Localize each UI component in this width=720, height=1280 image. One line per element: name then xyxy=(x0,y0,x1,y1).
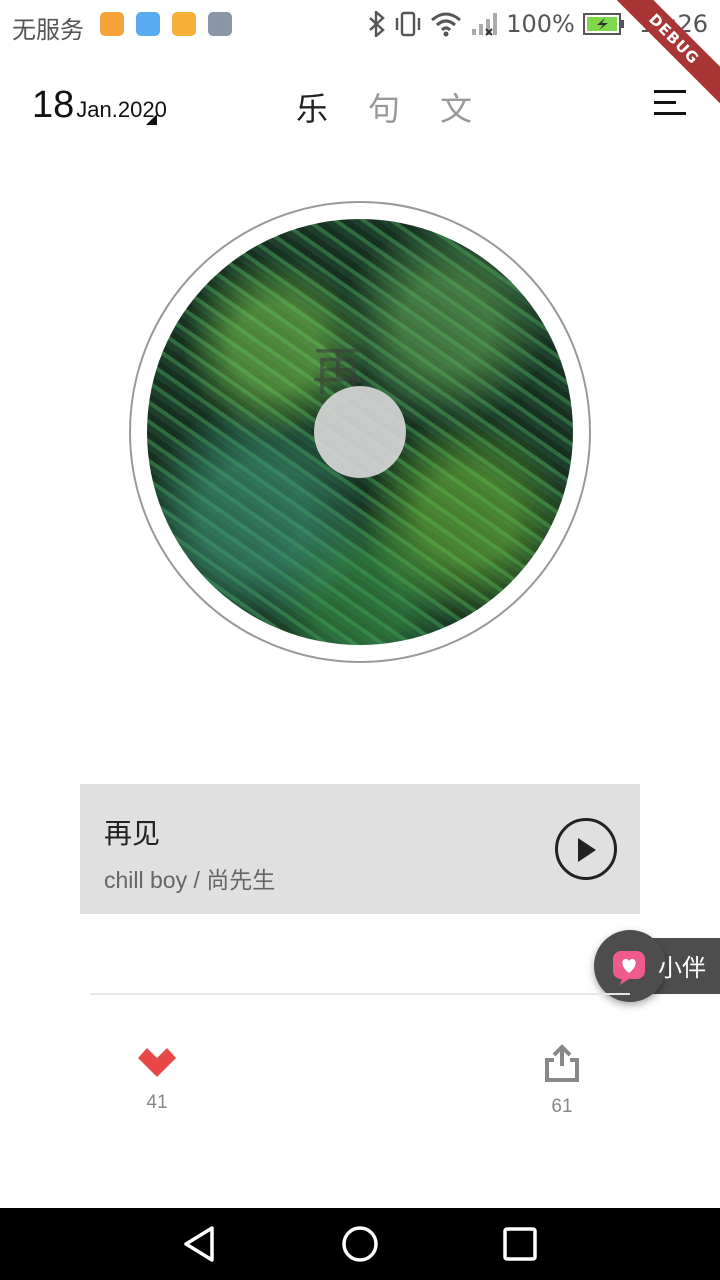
chat-heart-icon xyxy=(613,951,645,985)
status-bar: 无服务 100% 16:26 DEBUG xyxy=(0,0,720,112)
tab-music[interactable]: 乐 xyxy=(296,84,328,130)
companion-label: 小伴 xyxy=(658,954,706,982)
vibrate-icon xyxy=(394,11,422,37)
divider xyxy=(90,993,630,995)
usb-icon xyxy=(136,12,160,36)
system-nav-bar xyxy=(0,1208,720,1280)
song-card[interactable]: 再见 chill boy / 尚先生 xyxy=(80,784,640,914)
carrier-label: 无服务 xyxy=(12,16,84,44)
date-day: 18 xyxy=(32,84,75,126)
battery-percent: 100% xyxy=(506,10,575,38)
screen: 无服务 100% 16:26 DEBUG xyxy=(0,0,720,1280)
song-artist: chill boy / 尚先生 xyxy=(104,867,276,893)
uc-app-icon xyxy=(172,12,196,36)
uc-browser-icon xyxy=(100,12,124,36)
play-button[interactable] xyxy=(555,818,617,880)
song-title: 再见 xyxy=(104,817,161,850)
signal-icon xyxy=(470,11,498,37)
dropdown-caret-icon[interactable] xyxy=(146,114,157,125)
heart-icon xyxy=(138,1048,176,1077)
tab-sentence[interactable]: 句 xyxy=(368,84,400,130)
share-button[interactable]: 61 xyxy=(522,1044,602,1118)
record-center-hole xyxy=(314,386,406,478)
tab-article[interactable]: 文 xyxy=(440,84,472,130)
companion-floating-button[interactable]: 小伴 xyxy=(594,930,720,1002)
bluetooth-icon xyxy=(368,11,386,37)
home-icon[interactable] xyxy=(338,1222,382,1266)
companion-avatar xyxy=(594,930,666,1002)
like-count: 41 xyxy=(146,1092,168,1113)
battery-icon xyxy=(582,12,625,36)
share-icon xyxy=(545,1044,579,1082)
wifi-icon xyxy=(430,11,462,37)
menu-icon[interactable] xyxy=(654,90,686,116)
category-tabs: 乐 句 文 xyxy=(296,84,472,130)
top-bar: 18 Jan.2020 乐 句 文 xyxy=(0,60,720,150)
play-icon xyxy=(578,838,596,862)
gallery-icon xyxy=(208,12,232,36)
share-count: 61 xyxy=(551,1096,573,1117)
like-button[interactable]: 41 xyxy=(117,1044,197,1114)
back-icon[interactable] xyxy=(178,1222,222,1266)
recent-apps-icon[interactable] xyxy=(498,1222,542,1266)
